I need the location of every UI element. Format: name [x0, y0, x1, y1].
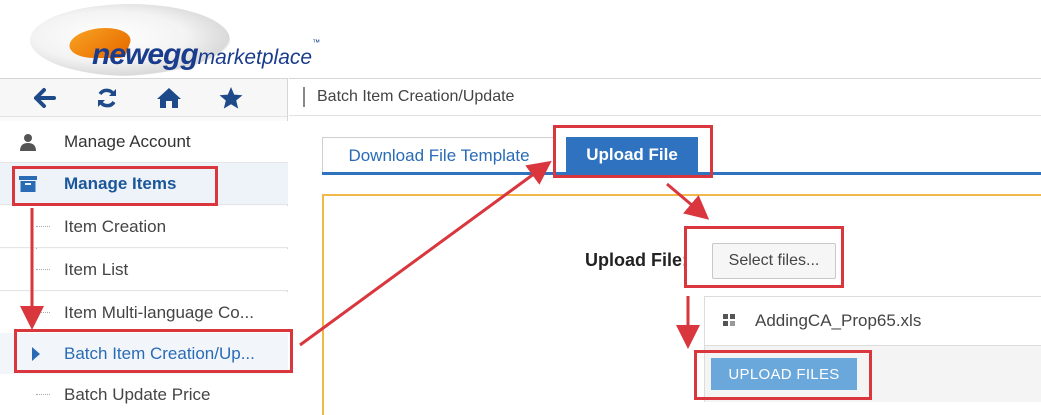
tree-branch — [36, 312, 50, 313]
sidebar-item-item-list[interactable]: Item List — [0, 249, 288, 291]
tab-strip-underline — [322, 172, 1041, 175]
refresh-icon[interactable] — [92, 83, 122, 113]
tab-upload-file[interactable]: Upload File — [566, 137, 698, 173]
newegg-marketplace-logo[interactable]: neweggmarketplace™ — [92, 38, 320, 72]
file-list-item: AddingCA_Prop65.xls — [704, 296, 1041, 346]
sidebar-item-label: Item Creation — [64, 216, 167, 236]
breadcrumb-current: Batch Item Creation/Update — [317, 88, 515, 105]
logo-sub-text: marketplace — [197, 46, 313, 69]
home-icon[interactable] — [154, 83, 184, 113]
sidebar-toolbar — [0, 79, 287, 117]
select-files-button[interactable]: Select files... — [712, 243, 836, 279]
star-icon[interactable] — [216, 83, 246, 113]
sidebar-item-item-creation[interactable]: Item Creation — [0, 206, 288, 248]
upload-file-label: Upload File: — [585, 250, 688, 270]
sidebar-item-batch-item-creation[interactable]: Batch Item Creation/Up... — [0, 333, 288, 375]
file-name: AddingCA_Prop65.xls — [755, 311, 922, 330]
sidebar-item-label: Batch Update Price — [64, 384, 211, 404]
tree-branch — [36, 269, 50, 270]
sidebar-item-label: Item List — [64, 259, 129, 279]
caret-right-icon — [32, 347, 40, 361]
box-icon — [16, 175, 40, 192]
sidebar-item-item-multi-language[interactable]: Item Multi-language Co... — [0, 292, 288, 334]
upload-files-button[interactable]: UPLOAD FILES — [711, 358, 857, 390]
sidebar-section-label: Manage Items — [64, 173, 177, 193]
user-icon — [16, 133, 40, 151]
sidebar-item-label: Item Multi-language Co... — [64, 302, 254, 322]
logo-trademark: ™ — [312, 38, 321, 47]
sidebar-section-manage-account[interactable]: Manage Account — [0, 121, 288, 163]
tab-download-file-template[interactable]: Download File Template — [322, 137, 556, 173]
sidebar-section-label: Manage Account — [64, 131, 191, 151]
logo-brand-text: newegg — [92, 38, 199, 71]
tree-branch — [36, 226, 50, 227]
sidebar-item-label: Batch Item Creation/Up... — [64, 343, 255, 363]
header-logo-area: neweggmarketplace™ — [0, 0, 1041, 78]
sidebar-item-batch-update-price[interactable]: Batch Update Price — [0, 374, 288, 415]
back-arrow-icon[interactable] — [30, 83, 60, 113]
file-icon — [723, 314, 737, 328]
breadcrumb-separator — [303, 87, 305, 107]
sidebar-section-manage-items[interactable]: Manage Items — [0, 163, 288, 205]
breadcrumb: Batch Item Creation/Update — [289, 78, 1041, 116]
tree-branch — [36, 394, 50, 395]
